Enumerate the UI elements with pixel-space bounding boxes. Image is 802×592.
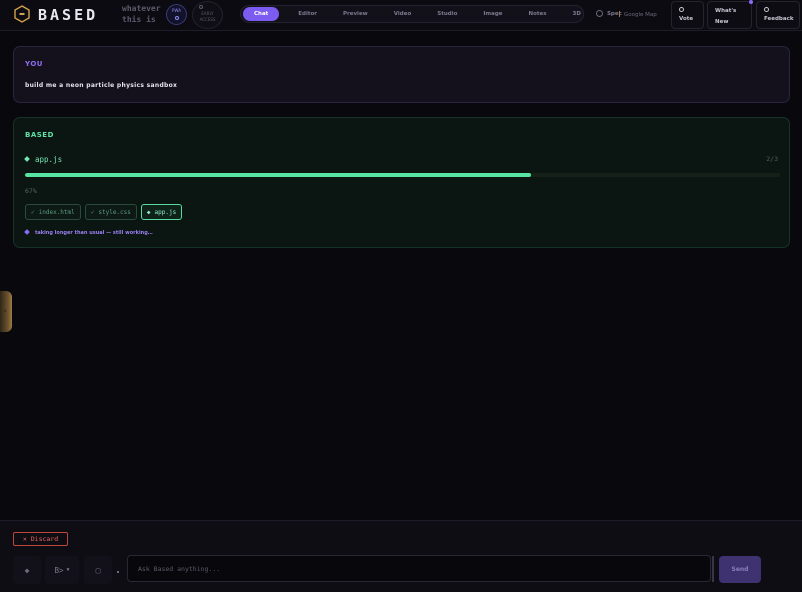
tab-notes[interactable]: Notes [520,7,556,21]
progress-bar [25,173,780,177]
sparkle-button[interactable]: ◆ [13,556,41,584]
separator-dot [117,571,119,573]
discard-button[interactable]: ✕ Discard [13,532,68,546]
attach-button[interactable]: ▢ [84,556,112,584]
file-chips: ✓ index.html ✓ style.css ◆ app.js [25,204,186,220]
vote-button[interactable]: Vote [671,1,704,29]
progress-fill [25,173,531,177]
vote-icon [679,7,684,12]
feedback-label: Feedback [764,16,794,22]
early-access-badge[interactable]: EARLY ACCESS [192,1,223,29]
file-chip-name: app.js [154,208,177,216]
google-map-link[interactable]: Google Map [619,11,657,18]
side-drawer-handle[interactable]: › [0,291,12,332]
google-map-label: Google Map [624,12,657,18]
early-access-label: EARLY ACCESS [199,11,216,22]
feedback-button[interactable]: Feedback [756,1,800,29]
discard-label: Discard [30,535,59,543]
install-icon [174,16,179,20]
model-selector[interactable]: B> ▼ [45,556,79,584]
brand-name[interactable]: BASED [38,6,98,24]
whats-new-label: What's New [715,8,737,25]
send-button[interactable]: Send [719,556,761,583]
vote-label: Vote [679,16,694,22]
notification-dot-icon [749,0,753,4]
pwa-label: PWA [172,8,181,13]
check-icon: ✓ [31,208,35,216]
pwa-install-button[interactable]: PWA [166,4,187,25]
spinner-icon [24,229,30,235]
tab-video[interactable]: Video [385,7,421,21]
divider [619,11,620,17]
tab-editor[interactable]: Editor [289,7,326,21]
main-tabs: Chat Editor Preview Video Studio Image N… [240,5,622,23]
status-line: taking longer than usual — still working… [24,229,153,236]
assistant-message: BASED app.js 2/3 67% ✓ index.html ✓ styl… [13,117,790,248]
assistant-label: BASED [25,131,54,139]
file-chip-name: style.css [98,208,131,216]
tab-3d[interactable]: 3D [564,7,590,21]
chevron-right-icon: › [3,307,8,315]
current-file-name: app.js [35,155,63,164]
diamond-icon: ◆ [24,565,30,575]
file-counter: 2/3 [766,155,778,163]
tab-image[interactable]: Image [474,7,511,21]
status-text: taking longer than usual — still working… [35,230,153,236]
tab-preview[interactable]: Preview [334,7,377,21]
whats-new-button[interactable]: What's New [707,0,753,29]
file-chip[interactable]: ✓ style.css [84,204,137,220]
square-icon: ▢ [95,565,101,575]
globe-icon[interactable] [596,10,603,17]
user-message-text: build me a neon particle physics sandbox [25,82,178,89]
chat-input[interactable] [127,555,711,582]
tagline: whatever this is [122,4,161,24]
early-access-icon [199,5,203,9]
current-file: app.js [24,155,63,164]
diamond-icon [24,156,30,162]
user-message: YOU build me a neon particle physics san… [13,46,790,103]
file-chip-current[interactable]: ◆ app.js [140,204,183,220]
composer: ✕ Discard ◆ B> ▼ ▢ Send [0,520,802,592]
user-label: YOU [25,60,43,68]
progress-percent: 67% [25,187,37,195]
top-bar: BASED whatever this is PWA EARLY ACCESS … [0,0,802,31]
chevron-down-icon: ▼ [66,567,70,573]
diamond-icon: ◆ [146,208,151,216]
check-icon: ✓ [90,208,95,216]
resize-handle[interactable] [712,556,714,582]
hexagon-logo-icon [14,5,30,23]
file-chip[interactable]: ✓ index.html [25,204,81,220]
file-chip-name: index.html [38,208,75,216]
feedback-icon [764,7,769,12]
tab-studio[interactable]: Studio [428,7,466,21]
model-label: B> [54,565,64,575]
close-icon: ✕ [22,535,27,543]
tab-chat[interactable]: Chat [243,7,280,21]
